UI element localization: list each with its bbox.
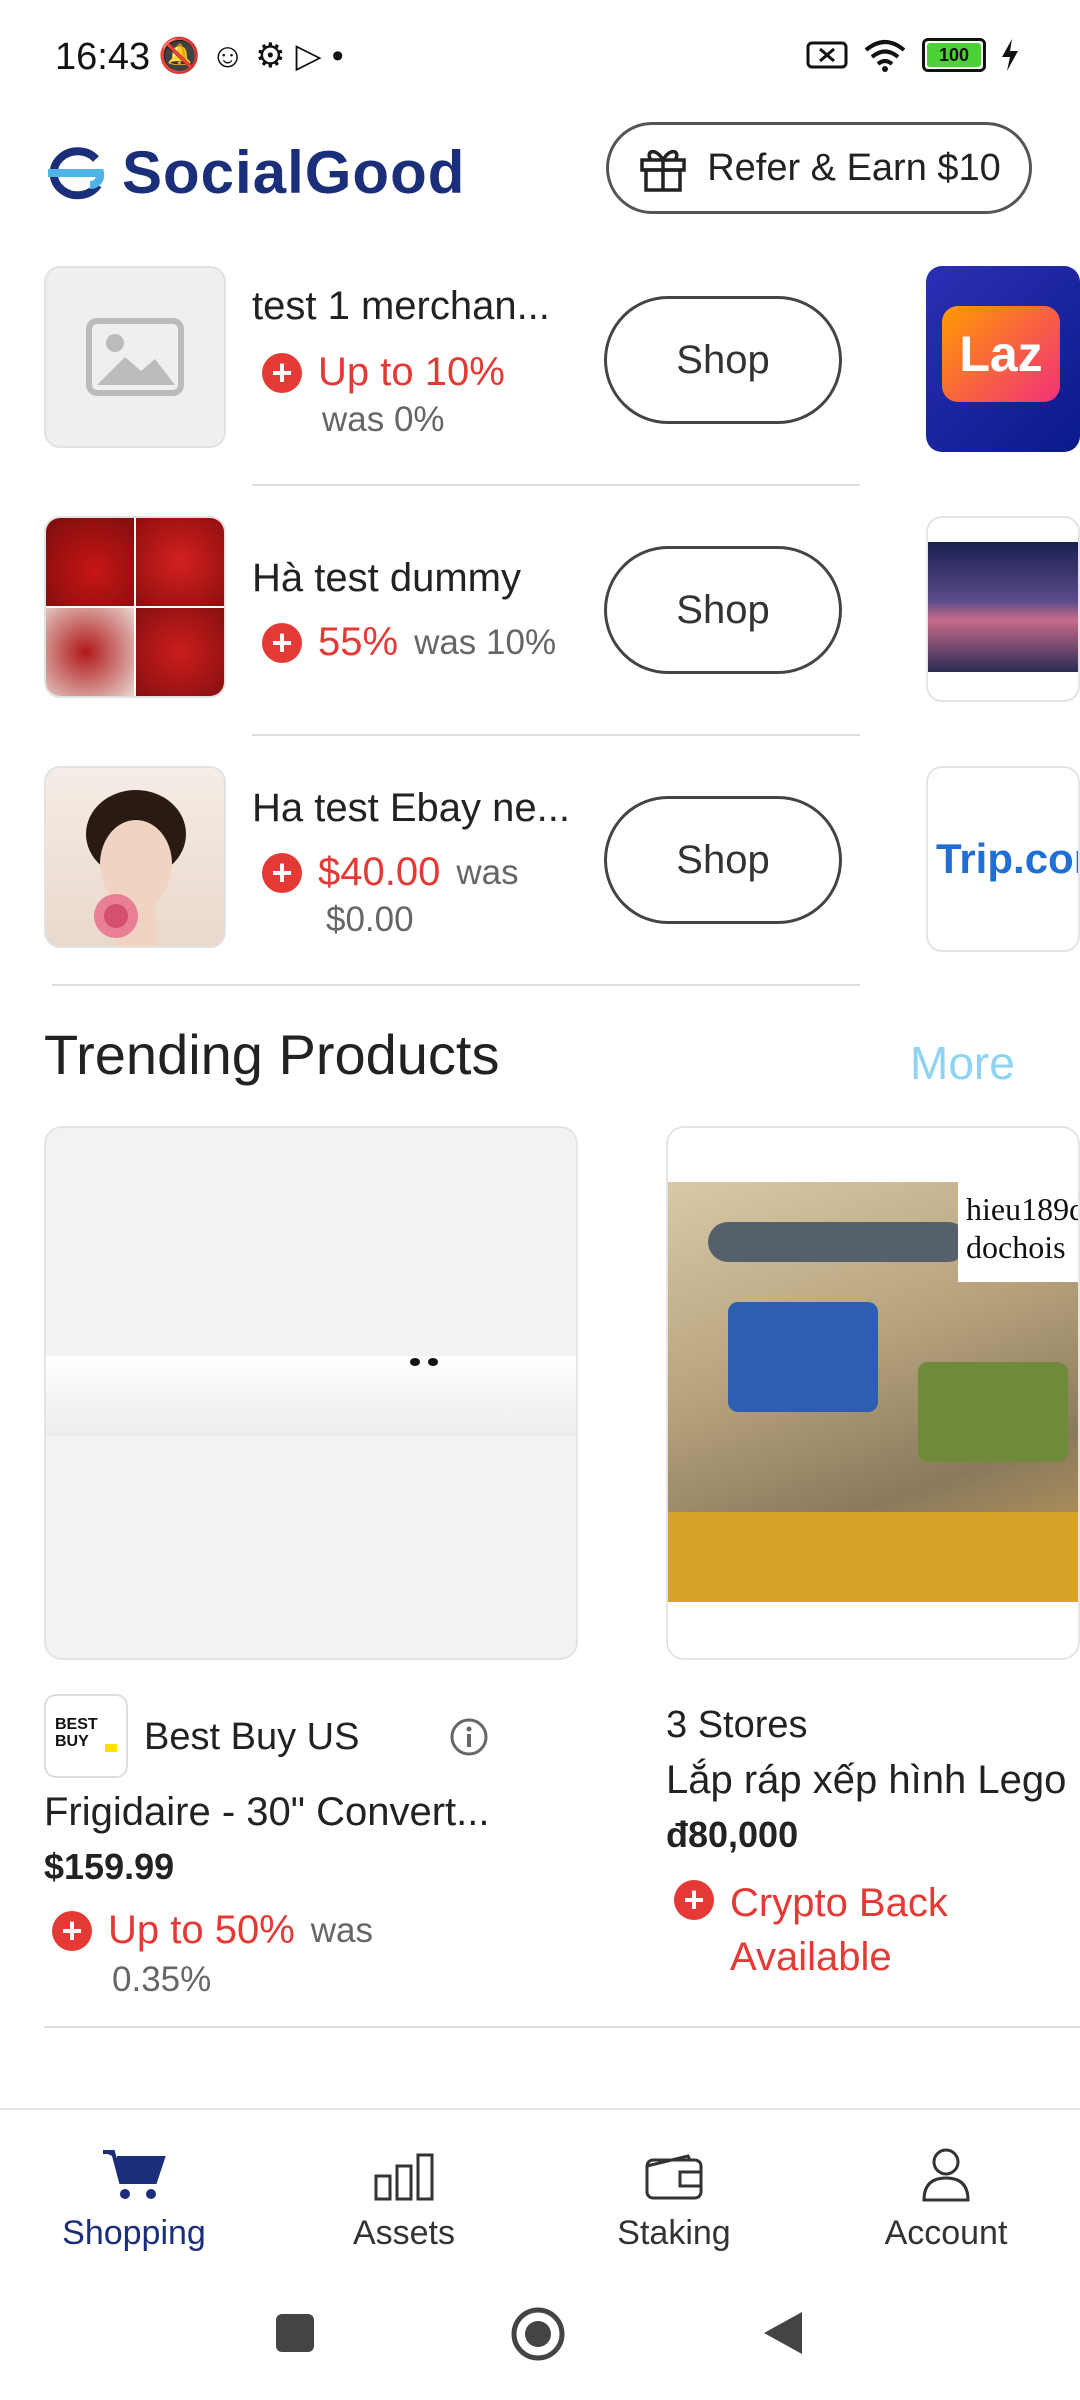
brand-logo: SocialGood (40, 138, 465, 207)
nav-label: Shopping (62, 2214, 206, 2252)
plus-icon: + (262, 352, 302, 393)
nav-account[interactable]: Account (846, 2142, 1046, 2253)
product-name[interactable]: Frigidaire - 30" Convert... (44, 1790, 524, 1835)
plus-icon: + (674, 1880, 714, 1920)
previous-rate: 0.35% (112, 1960, 212, 1999)
store-name: Best Buy US (144, 1716, 360, 1758)
image-placeholder-icon (86, 318, 184, 396)
product-rate: + Up to 50% was (52, 1908, 373, 1953)
system-nav-bar (0, 2268, 1080, 2400)
cashback-rate: Up to 50% (108, 1908, 295, 1952)
nav-staking[interactable]: Staking (574, 2142, 774, 2253)
portrait-image (86, 790, 186, 946)
bestbuy-logo: BEST BUY (55, 1716, 117, 1756)
refer-earn-label: Refer & Earn $10 (707, 146, 1001, 189)
refer-earn-button[interactable]: Refer & Earn $10 (606, 122, 1032, 214)
person-icon (922, 2148, 970, 2202)
cashback-rate: $40.00 (318, 850, 441, 894)
wifi-icon (864, 40, 906, 72)
product-image[interactable]: hieu189d dochois (666, 1126, 1080, 1660)
charging-icon (1002, 39, 1018, 71)
plus-icon: + (52, 1910, 92, 1951)
product-price: đ80,000 (666, 1814, 799, 1855)
bottom-nav: Shopping Assets Staking Account (0, 2108, 1080, 2270)
merchant-rate: + 55% was 10% (262, 620, 556, 665)
store-name: 3 Stores (666, 1704, 808, 1746)
cart-icon (103, 2150, 166, 2199)
merchant-thumbnail[interactable] (44, 766, 226, 948)
merchant-rate: + $40.00 was (262, 850, 519, 895)
home-button-icon[interactable] (510, 2306, 566, 2362)
row-divider (252, 484, 860, 486)
side-merchant-card[interactable] (926, 516, 1080, 702)
previous-rate: was 10% (414, 622, 557, 662)
bell-off-icon: 🔕 (158, 37, 211, 75)
product-price: $159.99 (44, 1846, 175, 1887)
more-link[interactable]: More (910, 1036, 1015, 1090)
merchant-name[interactable]: Hà test dummy (252, 556, 582, 601)
status-bar: 16:43 🔕☺⚙▷• 100 (0, 0, 1080, 110)
merchant-thumbnail[interactable] (44, 266, 226, 448)
trip-logo: Trip.com (936, 835, 1078, 882)
row-divider (252, 734, 860, 736)
product-name[interactable]: Lắp ráp xếp hình Lego (666, 1758, 1080, 1803)
plus-icon: + (262, 622, 302, 663)
merchant-name[interactable]: Ha test Ebay ne... (252, 786, 582, 831)
shop-button[interactable]: Shop (604, 296, 842, 424)
lego-box-image: hieu189d dochois (668, 1182, 1078, 1602)
trending-title: Trending Products (44, 1023, 500, 1086)
status-notification-icons: 🔕☺⚙▷• (158, 36, 354, 76)
nav-label: Staking (617, 2214, 731, 2252)
brand-name: SocialGood (122, 139, 466, 206)
section-divider (52, 984, 860, 986)
lazada-logo: Laz (942, 306, 1060, 402)
gift-icon (640, 149, 686, 192)
cashback-rate: Up to 10% (318, 350, 505, 394)
lake-image (928, 542, 1078, 672)
status-time: 16:43 (55, 36, 151, 78)
info-icon[interactable] (448, 1716, 490, 1758)
plus-icon: + (262, 852, 302, 893)
nav-assets[interactable]: Assets (304, 2142, 504, 2253)
shop-button[interactable]: Shop (604, 796, 842, 924)
sim-off-icon (806, 41, 848, 69)
cashback-rate: 55% (318, 620, 399, 664)
merchant-thumbnail[interactable] (44, 516, 226, 698)
nav-shopping[interactable]: Shopping (34, 2142, 234, 2253)
robot-icon: ☺ (210, 37, 256, 75)
merchant-rate: + Up to 10% (262, 350, 505, 395)
product-image[interactable] (44, 1126, 578, 1660)
nav-label: Account (884, 2214, 1008, 2252)
battery-icon: 100 (922, 38, 986, 72)
previous-rate-label: was (456, 852, 519, 892)
play-store-icon: ▷ (295, 37, 332, 75)
nav-label: Assets (352, 2214, 456, 2252)
lazada-card[interactable]: Laz (926, 266, 1080, 452)
recents-button-icon[interactable] (274, 2312, 316, 2354)
previous-rate-label: was (310, 1910, 374, 1950)
product-rate: + Crypto Back Available (674, 1876, 948, 1984)
socialgood-logo-icon (48, 146, 105, 199)
trip-card[interactable]: Trip.com (926, 766, 1080, 952)
appliance-image (46, 1356, 576, 1436)
previous-rate: $0.00 (326, 900, 414, 939)
gear-icon: ⚙ (255, 37, 296, 75)
wallet-icon (645, 2154, 703, 2200)
merchant-name[interactable]: test 1 merchan... (252, 284, 582, 329)
section-divider (44, 2026, 1080, 2028)
back-button-icon[interactable] (760, 2308, 806, 2358)
store-logo: BEST BUY (44, 1694, 128, 1778)
previous-rate: was 0% (322, 400, 445, 439)
status-system-icons: 100 (806, 38, 1020, 72)
bar-chart-icon (374, 2153, 434, 2201)
dot-icon: • (331, 37, 354, 75)
shop-button[interactable]: Shop (604, 546, 842, 674)
crypto-back-label: Crypto Back Available (730, 1881, 948, 1979)
